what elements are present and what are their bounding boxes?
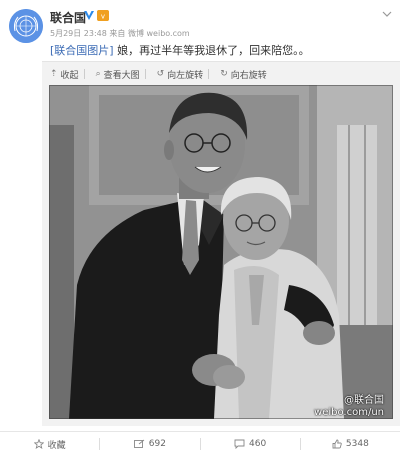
post-body: 娘，再过半年等我退休了，回来陪您。。	[117, 44, 310, 57]
comment-count: 460	[249, 439, 267, 449]
rotate-left-button[interactable]: ↺ 向左旋转	[157, 68, 204, 81]
repost-icon	[133, 439, 145, 448]
like-button[interactable]: 5348	[301, 439, 400, 449]
post-meta: 5月29日 23:48 来自 微博 weibo.com	[50, 28, 190, 39]
arrow-up-icon: ⇡	[50, 69, 58, 79]
repost-count: 692	[148, 439, 166, 449]
rotate-right-label: 向右旋转	[230, 70, 267, 81]
avatar[interactable]	[9, 9, 43, 43]
username[interactable]: 联合国	[50, 9, 86, 26]
repost-button[interactable]: 692	[100, 439, 199, 449]
post-photo[interactable]	[49, 85, 393, 419]
un-emblem-icon	[9, 9, 43, 43]
post-text: [联合国图片] 娘，再过半年等我退休了，回来陪您。。	[50, 42, 310, 58]
toolbar-divider	[144, 69, 146, 79]
chevron-down-icon[interactable]	[382, 10, 392, 18]
verified-icon	[84, 11, 94, 20]
star-icon	[33, 439, 44, 449]
like-count: 5348	[345, 439, 369, 449]
rotate-right-button[interactable]: ↻ 向右旋转	[220, 68, 267, 81]
source-prefix: 来自	[109, 29, 126, 38]
view-large-button[interactable]: ⌕ 查看大图	[96, 68, 140, 81]
rotate-right-icon: ↻	[220, 69, 228, 79]
favorite-label: 收藏	[47, 440, 66, 451]
thumbs-up-icon	[332, 439, 342, 449]
collapse-label: 收起	[60, 70, 79, 81]
watermark-url: weibo.com/un	[314, 407, 384, 418]
vip-badge-icon[interactable]: v	[97, 10, 109, 21]
photo-image	[49, 85, 393, 419]
rotate-left-label: 向左旋转	[167, 70, 204, 81]
rotate-left-icon: ↺	[156, 69, 165, 79]
toolbar-divider	[83, 69, 85, 79]
post-tag-link[interactable]: [联合国图片]	[50, 44, 114, 57]
comment-icon	[234, 439, 245, 449]
post-timestamp[interactable]: 5月29日 23:48	[50, 29, 107, 38]
magnifier-icon: ⌕	[95, 69, 101, 79]
post-actions: 收藏 692 460 5348	[0, 431, 400, 456]
favorite-button[interactable]: 收藏	[0, 438, 99, 451]
watermark-handle: @联合国	[344, 395, 384, 406]
media-panel: ⇡ 收起 ⌕ 查看大图 ↺ 向左旋转 ↻ 向右旋转	[42, 61, 400, 426]
view-large-label: 查看大图	[103, 70, 140, 81]
collapse-button[interactable]: ⇡ 收起	[50, 68, 79, 81]
comment-button[interactable]: 460	[201, 439, 300, 449]
post-source[interactable]: 微博 weibo.com	[128, 29, 190, 38]
media-toolbar: ⇡ 收起 ⌕ 查看大图 ↺ 向左旋转 ↻ 向右旋转	[42, 62, 400, 86]
svg-text:v: v	[101, 13, 105, 21]
toolbar-divider	[208, 69, 210, 79]
watermark: @联合国 weibo.com/un	[314, 395, 384, 419]
